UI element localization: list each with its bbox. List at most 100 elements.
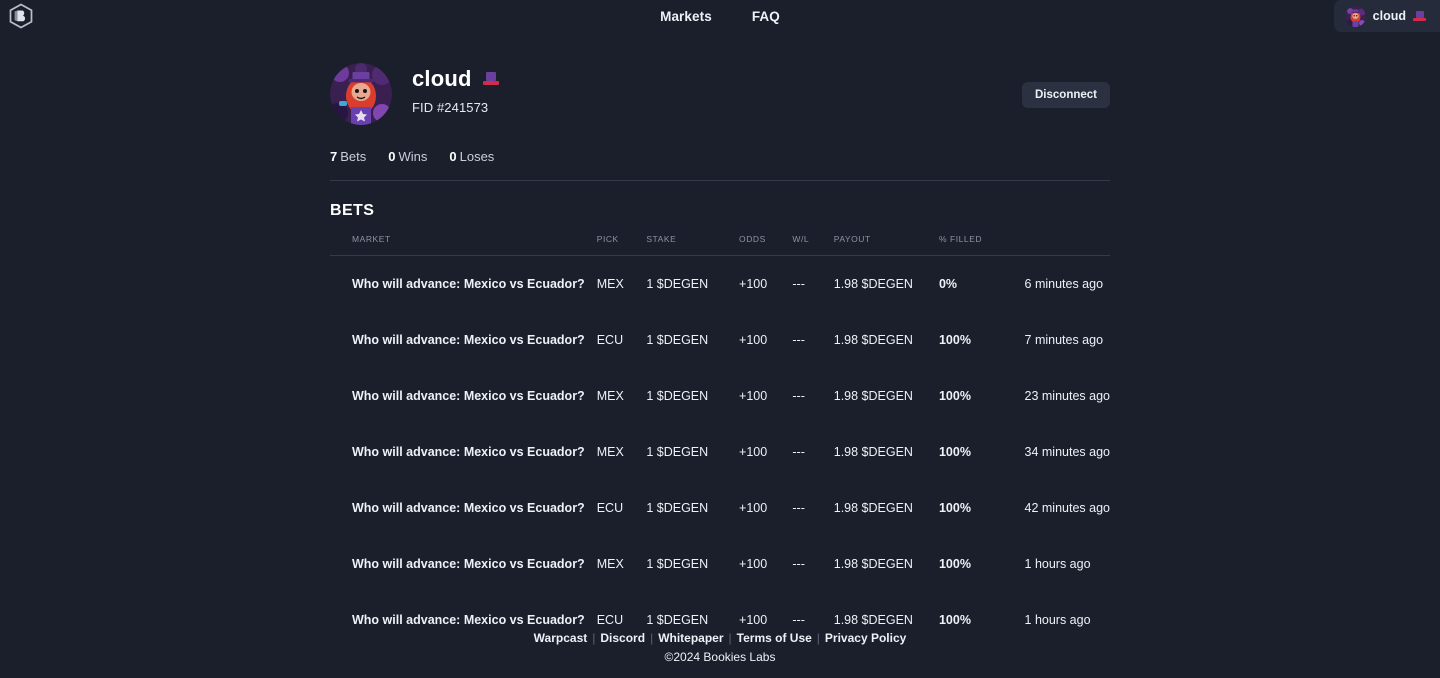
bet-percent-filled: 100% xyxy=(938,445,971,459)
column-header-pick: PICK xyxy=(596,234,647,256)
column-header-stake: STAKE xyxy=(646,234,740,256)
table-row[interactable]: Who will advance: Mexico vs Ecuador? ECU 1… xyxy=(330,312,1110,368)
table-row[interactable]: Who will advance: Mexico vs Ecuador? MEX 1… xyxy=(330,368,1110,424)
column-header-time xyxy=(1024,234,1110,256)
column-header-odds: ODDS xyxy=(739,234,793,256)
stat-loses-value: 0 xyxy=(449,149,457,164)
footer-link-privacy-policy[interactable]: Privacy Policy xyxy=(825,631,906,645)
profile-name: cloud xyxy=(412,66,472,91)
user-account-chip[interactable]: cloud xyxy=(1333,0,1440,32)
bet-market-name: Who will advance: Mexico vs Ecuador? xyxy=(352,445,585,459)
bet-payout: 1.98 $DEGEN xyxy=(833,389,913,403)
disconnect-button[interactable]: Disconnect xyxy=(1022,82,1110,108)
bet-market-name: Who will advance: Mexico vs Ecuador? xyxy=(352,277,585,291)
stat-bets-value: 7 xyxy=(330,149,338,164)
bet-stake: 1 $DEGEN xyxy=(646,277,709,291)
bet-win-loss: --- xyxy=(792,277,805,291)
table-row[interactable]: Who will advance: Mexico vs Ecuador? MEX 1… xyxy=(330,256,1110,313)
footer-separator: | xyxy=(728,631,732,645)
stat-bets-label: Bets xyxy=(340,149,367,164)
bet-percent-filled: 100% xyxy=(938,557,971,571)
bet-stake: 1 $DEGEN xyxy=(646,501,709,515)
profile-text-block: cloud FID #241573 xyxy=(412,61,499,115)
bet-timestamp: 23 minutes ago xyxy=(1024,389,1110,403)
table-row[interactable]: Who will advance: Mexico vs Ecuador? MEX 1… xyxy=(330,536,1110,592)
footer-link-whitepaper[interactable]: Whitepaper xyxy=(658,631,723,645)
bet-percent-filled: 0% xyxy=(938,277,958,291)
bet-win-loss: --- xyxy=(792,389,805,403)
purple-top-hat-emoji-icon xyxy=(1413,10,1426,22)
footer-copyright: ©2024 Bookies Labs xyxy=(664,650,776,664)
bet-odds: +100 xyxy=(739,445,768,459)
footer-link-discord[interactable]: Discord xyxy=(600,631,645,645)
table-header-row: MARKET PICK STAKE ODDS W/L PAYOUT % FILL… xyxy=(330,234,1110,256)
stat-bets: 7 Bets xyxy=(330,149,366,164)
bet-odds: +100 xyxy=(739,501,768,515)
bets-table-body: Who will advance: Mexico vs Ecuador? MEX 1… xyxy=(330,256,1110,649)
bet-pick: MEX xyxy=(596,277,624,291)
bet-percent-filled: 100% xyxy=(938,389,971,403)
bets-table: MARKET PICK STAKE ODDS W/L PAYOUT % FILL… xyxy=(330,234,1110,648)
bet-payout: 1.98 $DEGEN xyxy=(833,333,913,347)
profile-fid: FID #241573 xyxy=(412,100,489,115)
page-footer: Warpcast | Discord | Whitepaper | Terms of Use… xyxy=(0,631,1440,664)
table-row[interactable]: Who will advance: Mexico vs Ecuador? ECU 1… xyxy=(330,480,1110,536)
bet-percent-filled: 100% xyxy=(938,501,971,515)
column-header-market: MARKET xyxy=(330,234,597,256)
footer-separator: | xyxy=(650,631,654,645)
bet-timestamp: 6 minutes ago xyxy=(1024,277,1104,291)
bet-pick: MEX xyxy=(596,557,624,571)
bet-win-loss: --- xyxy=(792,333,805,347)
bet-payout: 1.98 $DEGEN xyxy=(833,277,913,291)
bet-timestamp: 7 minutes ago xyxy=(1024,333,1104,347)
bet-stake: 1 $DEGEN xyxy=(646,333,709,347)
bet-payout: 1.98 $DEGEN xyxy=(833,557,913,571)
bet-market-name: Who will advance: Mexico vs Ecuador? xyxy=(352,557,585,571)
column-header-filled: % FILLED xyxy=(938,234,1025,256)
stat-wins-label: Wins xyxy=(398,149,428,164)
profile-avatar-icon xyxy=(330,63,392,125)
main-navigation: Markets FAQ xyxy=(0,0,1440,32)
bet-stake: 1 $DEGEN xyxy=(646,445,709,459)
top-header-bar: Markets FAQ cloud xyxy=(0,0,1440,32)
profile-stats-row: 7 Bets 0 Wins 0 Loses xyxy=(330,149,1110,181)
bet-market-name: Who will advance: Mexico vs Ecuador? xyxy=(352,333,585,347)
user-avatar-icon xyxy=(1344,5,1366,27)
user-chip-name: cloud xyxy=(1372,9,1406,23)
purple-top-hat-emoji-icon xyxy=(482,72,499,86)
bet-market-name: Who will advance: Mexico vs Ecuador? xyxy=(352,389,585,403)
stat-wins-value: 0 xyxy=(388,149,396,164)
bet-payout: 1.98 $DEGEN xyxy=(833,445,913,459)
profile-header: cloud FID #241573 Disconnect xyxy=(330,61,1110,125)
bet-timestamp: 34 minutes ago xyxy=(1024,445,1110,459)
stat-loses-label: Loses xyxy=(459,149,495,164)
table-row[interactable]: Who will advance: Mexico vs Ecuador? MEX 1… xyxy=(330,424,1110,480)
bet-pick: ECU xyxy=(596,333,624,347)
bet-odds: +100 xyxy=(739,277,768,291)
profile-name-row: cloud xyxy=(412,66,499,92)
bet-payout: 1.98 $DEGEN xyxy=(833,501,913,515)
nav-link-faq[interactable]: FAQ xyxy=(752,9,780,24)
bet-percent-filled: 100% xyxy=(938,333,971,347)
footer-separator: | xyxy=(816,631,820,645)
column-header-wl: W/L xyxy=(792,234,834,256)
stat-loses: 0 Loses xyxy=(449,149,494,164)
bet-stake: 1 $DEGEN xyxy=(646,557,709,571)
footer-link-terms-of-use[interactable]: Terms of Use xyxy=(737,631,812,645)
bet-odds: +100 xyxy=(739,333,768,347)
nav-link-markets[interactable]: Markets xyxy=(660,9,712,24)
bets-section-title: BETS xyxy=(330,202,375,219)
footer-link-warpcast[interactable]: Warpcast xyxy=(534,631,588,645)
bets-table-header: MARKET PICK STAKE ODDS W/L PAYOUT % FILL… xyxy=(330,234,1110,256)
stat-wins: 0 Wins xyxy=(388,149,427,164)
bet-timestamp: 1 hours ago xyxy=(1024,557,1091,571)
bet-win-loss: --- xyxy=(792,557,805,571)
bet-win-loss: --- xyxy=(792,445,805,459)
footer-links: Warpcast | Discord | Whitepaper | Terms of Use… xyxy=(0,631,1440,645)
column-header-payout: PAYOUT xyxy=(833,234,939,256)
bet-pick: MEX xyxy=(596,445,624,459)
page-content: cloud FID #241573 Disconnect 7 Bets 0 Wins… xyxy=(330,32,1110,648)
bet-timestamp: 42 minutes ago xyxy=(1024,501,1110,515)
bet-win-loss: --- xyxy=(792,501,805,515)
bet-pick: MEX xyxy=(596,389,624,403)
